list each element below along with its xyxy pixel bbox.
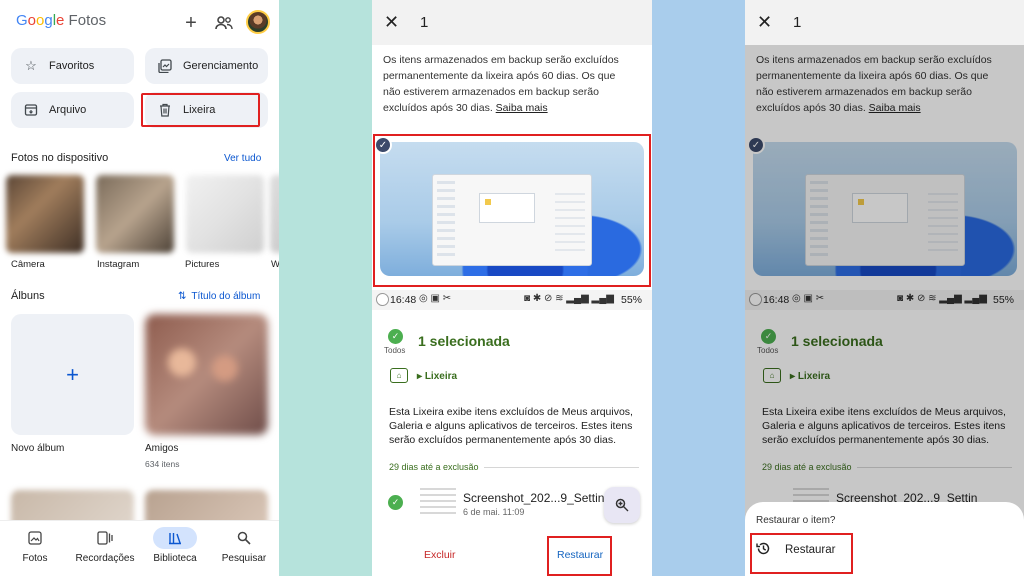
status-bar: 16:48 ◎ ▣ ✂ ◙ ✱ ⊘ ≋ ▂▄▆ ▂▄▆ 55%: [372, 290, 652, 310]
status-time: 16:48: [390, 294, 417, 306]
trash-description: Esta Lixeira exibe itens excluídos de Me…: [389, 406, 633, 446]
chip-label: Arquivo: [49, 104, 87, 116]
gallery-restore-panel: ✕ 1 Os itens armazenados em backup serão…: [745, 0, 1024, 576]
days-until-deletion: 29 dias até a exclusão: [389, 462, 479, 472]
nav-label: Fotos: [22, 553, 48, 564]
selection-count: 1: [420, 14, 429, 31]
backup-info: Os itens armazenados em backup serão exc…: [383, 52, 633, 116]
breadcrumb[interactable]: ▸ Lixeira: [417, 371, 457, 382]
close-icon[interactable]: ✕: [757, 12, 772, 33]
nav-pesquisar[interactable]: Pesquisar: [212, 527, 276, 564]
sheet-title: Restaurar o item?: [756, 515, 836, 526]
highlight-restore: [547, 536, 612, 576]
delete-button[interactable]: Excluir: [424, 549, 456, 561]
logo-letter: G: [16, 12, 28, 29]
logo-letter: o: [27, 12, 37, 29]
folder-thumb-instagram[interactable]: [96, 175, 174, 253]
file-name: Screenshot_202...9_Settin: [463, 491, 605, 505]
bottom-navigation: Fotos Recordações Biblioteca Pesquisar: [0, 520, 279, 576]
logo-letter: g: [44, 12, 53, 29]
background-sky: [652, 0, 745, 576]
nav-label: Pesquisar: [221, 553, 267, 564]
folder-thumb-w[interactable]: [270, 175, 279, 253]
zoom-button[interactable]: [604, 487, 640, 523]
memories-icon: [83, 527, 127, 549]
plus-icon[interactable]: +: [180, 12, 202, 34]
manage-icon: [157, 58, 173, 74]
select-all-label: Todos: [384, 346, 406, 355]
nav-biblioteca[interactable]: Biblioteca: [143, 527, 207, 564]
background-mint: [279, 0, 373, 576]
folder-thumb-camera[interactable]: [6, 175, 84, 253]
library-icon: [153, 527, 197, 549]
nav-label: Recordações: [75, 553, 135, 564]
item-check-icon[interactable]: ✓: [388, 495, 403, 510]
status-icons: ◎ ▣ ✂: [419, 293, 452, 304]
plus-icon: +: [66, 361, 79, 387]
highlight-lixeira: [141, 93, 260, 127]
new-album-tile[interactable]: +: [11, 314, 134, 435]
sort-albums-button[interactable]: ⇅ Título do álbum: [178, 291, 260, 302]
folder-label: W: [271, 259, 279, 270]
folder-label: Câmera: [11, 259, 45, 270]
system-icons: ◙ ✱ ⊘ ≋ ▂▄▆ ▂▄▆: [524, 293, 614, 304]
divider: [484, 467, 639, 468]
chip-favoritos[interactable]: ☆ Favoritos: [11, 48, 134, 84]
nav-recordacoes[interactable]: Recordações: [73, 527, 137, 564]
gallery-trash-panel: ✕ 1 Os itens armazenados em backup serão…: [372, 0, 652, 576]
photo-icon: [13, 527, 57, 549]
google-photos-logo: Google Fotos: [16, 12, 106, 29]
battery-level: 55%: [620, 294, 642, 306]
selection-bar: ✕ 1: [372, 0, 652, 45]
dim-overlay: [745, 45, 1024, 576]
folder-label: Pictures: [185, 259, 220, 270]
select-circle[interactable]: [376, 293, 389, 306]
breadcrumb-label: Lixeira: [424, 371, 458, 382]
close-icon[interactable]: ✕: [384, 12, 399, 33]
archive-icon: [23, 102, 39, 118]
chip-label: Gerenciamento: [183, 60, 259, 72]
star-icon: ☆: [25, 58, 37, 73]
selection-bar: ✕ 1: [745, 0, 1024, 45]
album-label: Novo álbum: [11, 443, 65, 454]
album-count: 634 itens: [145, 459, 180, 469]
google-photos-panel: Google Fotos + ☆ Favoritos Gerenciamento…: [0, 0, 279, 576]
section-title-albums: Álbuns: [11, 290, 45, 302]
file-thumbnail[interactable]: [420, 488, 456, 518]
select-all-check-icon[interactable]: ✓: [388, 329, 403, 344]
avatar[interactable]: [246, 10, 270, 34]
sort-icon: ⇅: [178, 291, 187, 302]
chip-label: Favoritos: [49, 60, 95, 72]
nav-label: Biblioteca: [153, 553, 197, 564]
see-all-link[interactable]: Ver tudo: [224, 153, 261, 164]
chip-arquivo[interactable]: Arquivo: [11, 92, 134, 128]
home-folder-icon: ⌂: [390, 368, 408, 383]
section-title-device: Fotos no dispositivo: [11, 152, 109, 164]
file-date: 6 de mai. 11:09: [463, 507, 525, 517]
search-icon: [222, 527, 266, 549]
chip-gerenciamento[interactable]: Gerenciamento: [145, 48, 268, 84]
selected-count-title: 1 selecionada: [418, 333, 510, 349]
selection-count: 1: [793, 14, 802, 31]
highlight-sheet-restore: [750, 533, 853, 574]
highlight-thumbnail: [373, 134, 651, 287]
folder-thumb-pictures[interactable]: [186, 175, 264, 253]
nav-fotos[interactable]: Fotos: [3, 527, 67, 564]
album-label: Amigos: [145, 443, 179, 454]
zoom-icon: [615, 498, 629, 512]
sort-label: Título do álbum: [191, 291, 261, 302]
logo-rest: Fotos: [64, 12, 107, 29]
album-tile-amigos[interactable]: [145, 314, 268, 435]
people-icon[interactable]: [213, 12, 235, 34]
learn-more-link[interactable]: Saiba mais: [496, 102, 548, 114]
folder-label: Instagram: [97, 259, 140, 270]
